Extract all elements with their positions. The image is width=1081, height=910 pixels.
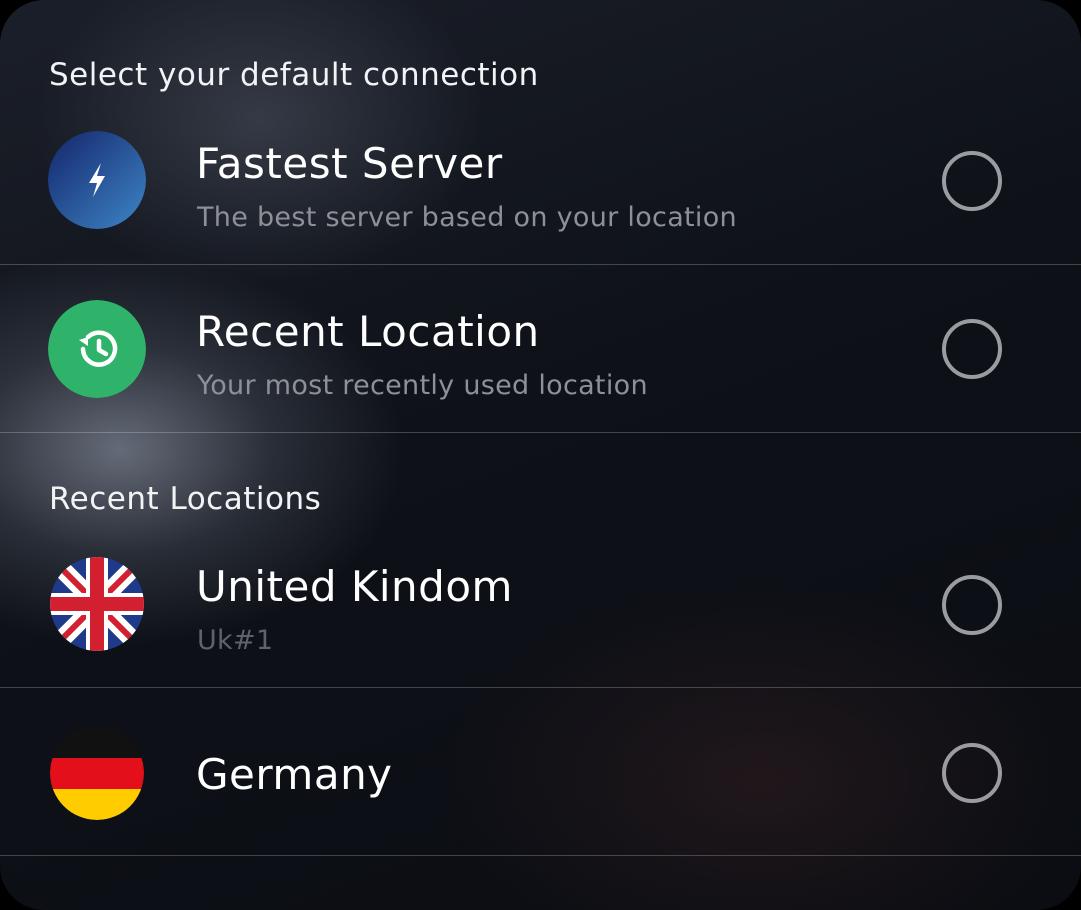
radio-button-united-kingdom[interactable] [942,575,1002,635]
option-title: Recent Location [196,307,540,356]
connection-settings-panel: Select your default connection Fastest S… [0,0,1081,910]
lightning-icon [48,131,146,229]
location-title: Germany [196,750,393,799]
section-heading-default-connection: Select your default connection [49,57,539,93]
germany-flag-icon [50,726,144,820]
option-subtitle: The best server based on your location [197,202,737,233]
option-title: Fastest Server [196,139,503,188]
location-title: United Kindom [196,562,513,611]
radio-button-germany[interactable] [942,743,1002,803]
location-server: Uk#1 [197,625,274,656]
option-fastest-server[interactable]: Fastest Server The best server based on … [0,97,1081,265]
section-heading-recent-locations: Recent Locations [49,481,322,517]
option-subtitle: Your most recently used location [197,370,648,401]
radio-button-recent-location[interactable] [942,319,1002,379]
history-icon [48,300,146,398]
option-recent-location[interactable]: Recent Location Your most recently used … [0,265,1081,433]
recent-location-item-united-kingdom[interactable]: United Kindom Uk#1 [0,520,1081,688]
radio-button-fastest-server[interactable] [942,151,1002,211]
uk-flag-icon [50,557,144,651]
recent-location-item-germany[interactable]: Germany [0,688,1081,856]
